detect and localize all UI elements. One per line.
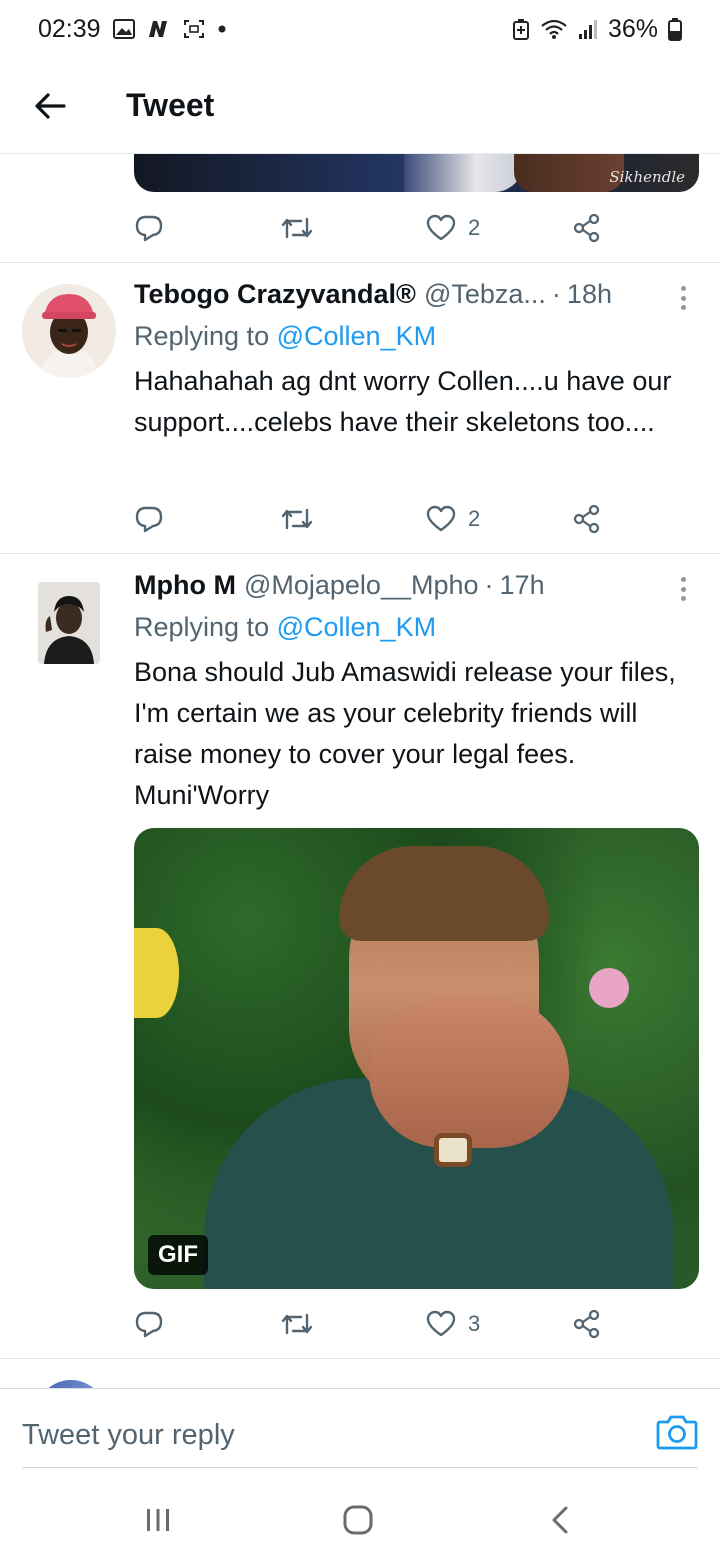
data-saver-icon bbox=[512, 18, 530, 40]
share-icon bbox=[573, 504, 600, 534]
tweet-actions: 2 bbox=[134, 499, 614, 539]
news-app-icon bbox=[147, 19, 171, 39]
gif-badge: GIF bbox=[148, 1235, 208, 1275]
like-count: 2 bbox=[468, 215, 481, 240]
home-icon bbox=[343, 1505, 373, 1535]
like-count: 2 bbox=[468, 506, 481, 531]
share-icon bbox=[573, 213, 600, 243]
timestamp[interactable]: 17h bbox=[500, 570, 545, 601]
tweet-actions: 3 bbox=[134, 1304, 614, 1344]
meta-separator: · bbox=[551, 279, 561, 309]
retweet-button[interactable] bbox=[280, 504, 314, 534]
reply-button[interactable] bbox=[134, 213, 164, 243]
more-options-button[interactable] bbox=[676, 283, 690, 313]
home-button[interactable] bbox=[338, 1500, 378, 1540]
back-button[interactable] bbox=[0, 58, 100, 154]
reply-button[interactable] bbox=[134, 1309, 164, 1339]
share-button[interactable] bbox=[572, 213, 602, 243]
author-handle[interactable]: @Tebza... bbox=[424, 279, 546, 310]
tweet-gif-media[interactable]: GIF bbox=[134, 828, 699, 1289]
reply-icon bbox=[135, 1311, 163, 1338]
media-watermark: Sikhendle bbox=[609, 168, 685, 186]
screenshot-icon bbox=[183, 19, 205, 39]
camera-button[interactable] bbox=[656, 1413, 698, 1455]
back-nav-button[interactable] bbox=[540, 1500, 580, 1540]
heart-icon bbox=[426, 1310, 456, 1337]
battery-percent: 36% bbox=[607, 14, 658, 43]
wifi-icon bbox=[540, 18, 568, 40]
mention-link[interactable]: @Collen_KM bbox=[277, 612, 436, 642]
avatar[interactable] bbox=[38, 582, 100, 664]
reply-input[interactable]: Tweet your reply bbox=[22, 1407, 622, 1463]
retweet-icon bbox=[281, 1313, 313, 1335]
author-name[interactable]: Tebogo Crazyvandal® bbox=[134, 279, 416, 310]
more-dots-icon bbox=[680, 286, 686, 291]
chevron-left-icon bbox=[552, 1506, 568, 1534]
more-dots-icon bbox=[680, 577, 686, 582]
page-title: Tweet bbox=[126, 87, 215, 123]
system-nav-bar bbox=[0, 1480, 720, 1560]
reply-composer: Tweet your reply bbox=[0, 1388, 720, 1480]
share-icon bbox=[573, 1309, 600, 1339]
recent-apps-icon bbox=[147, 1509, 169, 1531]
replying-to: Replying to @Collen_KM bbox=[134, 612, 700, 646]
retweet-icon bbox=[281, 217, 313, 239]
replying-prefix: Replying to bbox=[134, 321, 270, 351]
previous-tweet-actions: 2 bbox=[134, 208, 614, 248]
retweet-button[interactable] bbox=[280, 1309, 314, 1339]
like-count: 3 bbox=[468, 1311, 481, 1336]
arrow-left-icon bbox=[35, 92, 66, 119]
retweet-icon bbox=[281, 508, 313, 530]
heart-icon bbox=[426, 214, 456, 241]
tweet-text: Hahahahah ag dnt worry Collen....u have … bbox=[134, 366, 672, 437]
more-options-button[interactable] bbox=[676, 574, 690, 604]
timestamp[interactable]: 18h bbox=[567, 279, 612, 310]
replying-to: Replying to @Collen_KM bbox=[134, 321, 700, 355]
avatar[interactable] bbox=[22, 284, 116, 378]
avatar[interactable] bbox=[36, 1380, 106, 1388]
notification-dot-icon bbox=[217, 24, 227, 34]
share-button[interactable] bbox=[572, 504, 602, 534]
author-name[interactable]: Mpho M bbox=[134, 570, 236, 601]
replying-prefix: Replying to bbox=[134, 612, 270, 642]
like-button[interactable]: 2 bbox=[426, 505, 480, 533]
tweet-text: Bona should Jub Amaswidi release your fi… bbox=[134, 657, 676, 810]
status-bar: 02:39 36% bbox=[0, 0, 720, 58]
author-handle[interactable]: @Mojapelo__Mpho bbox=[244, 570, 479, 601]
share-button[interactable] bbox=[572, 1309, 602, 1339]
meta-separator: · bbox=[484, 570, 494, 600]
reply-icon bbox=[135, 506, 163, 533]
input-underline bbox=[22, 1467, 698, 1468]
replies-feed[interactable]: Sikhendle 2 Tebogo Crazyvandal® @Tebza..… bbox=[0, 154, 720, 1388]
clock: 02:39 bbox=[38, 14, 101, 43]
gallery-icon bbox=[112, 19, 135, 39]
retweet-button[interactable] bbox=[280, 213, 314, 243]
reply-icon bbox=[135, 215, 163, 242]
like-button[interactable]: 3 bbox=[426, 1310, 480, 1338]
heart-icon bbox=[426, 505, 456, 532]
app-header: Tweet bbox=[0, 58, 720, 154]
mention-link[interactable]: @Collen_KM bbox=[277, 321, 436, 351]
signal-icon bbox=[578, 18, 598, 40]
battery-icon bbox=[668, 17, 682, 41]
camera-icon bbox=[656, 1415, 698, 1450]
like-button[interactable]: 2 bbox=[426, 214, 480, 242]
divider bbox=[0, 1358, 720, 1359]
reply-button[interactable] bbox=[134, 504, 164, 534]
recent-apps-button[interactable] bbox=[138, 1500, 178, 1540]
previous-tweet-media[interactable]: Sikhendle bbox=[134, 154, 699, 192]
